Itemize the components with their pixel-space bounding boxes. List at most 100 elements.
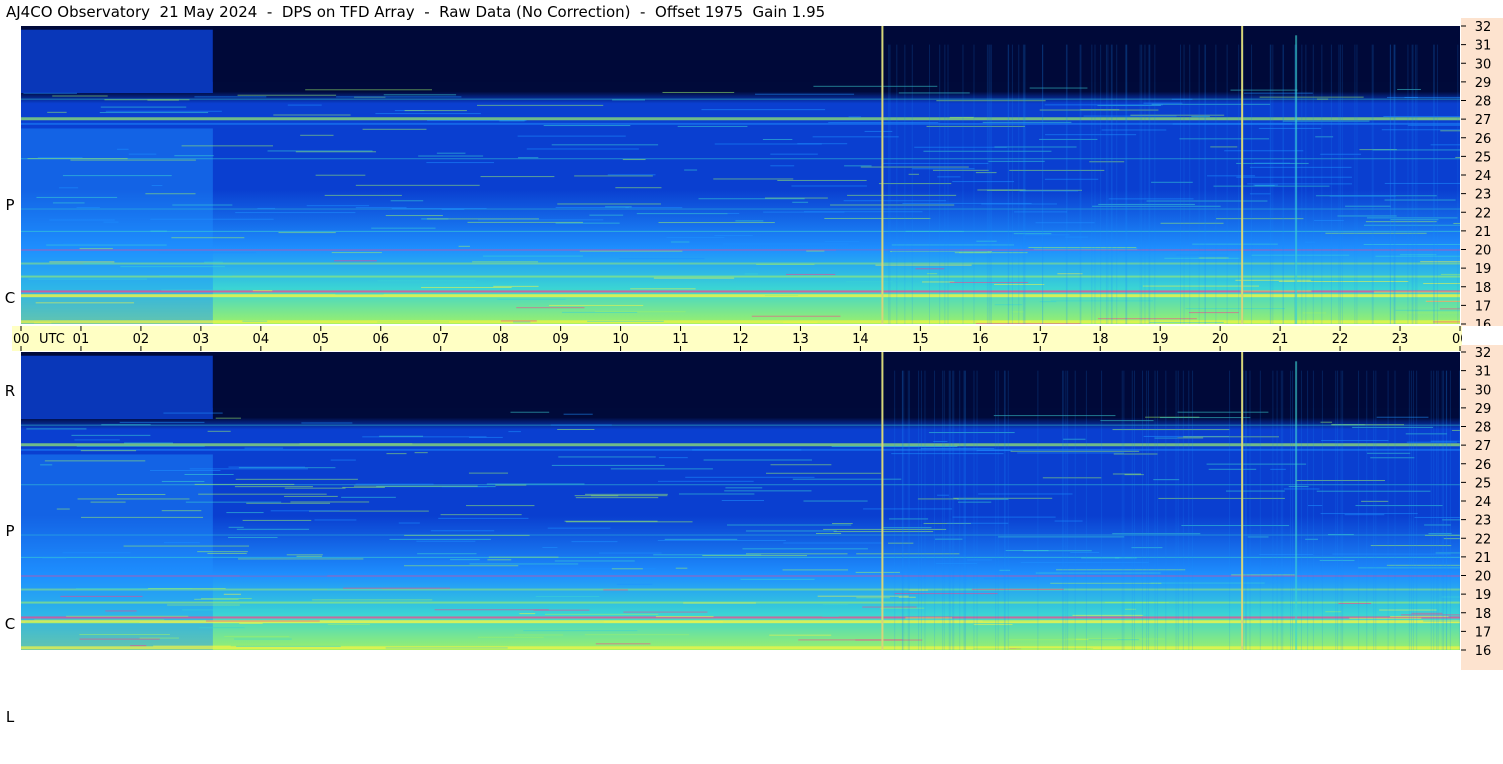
spectrogram-streak bbox=[1391, 219, 1439, 220]
spectrogram-streak bbox=[1423, 621, 1460, 622]
spectrogram-streak bbox=[77, 446, 205, 447]
time-tick-label: 06 bbox=[372, 332, 389, 347]
spectrogram-streak bbox=[1337, 215, 1396, 216]
spectrogram-streak bbox=[803, 501, 867, 502]
spectrogram-streak bbox=[1146, 201, 1267, 202]
spectrogram-streak bbox=[1440, 308, 1460, 309]
spectrogram-streak bbox=[46, 245, 167, 246]
spectrogram-streak bbox=[1224, 150, 1303, 151]
spectrogram-streak bbox=[239, 623, 262, 624]
spectrogram-streak bbox=[1377, 417, 1429, 418]
spectrogram-streak bbox=[1014, 211, 1067, 212]
freq-tick-label: 21 bbox=[1475, 551, 1492, 566]
freq-tick-label: 31 bbox=[1475, 39, 1492, 54]
spectrogram-streak bbox=[654, 278, 734, 279]
spectrogram-streak bbox=[1098, 318, 1197, 319]
spectrogram-streak bbox=[519, 613, 535, 614]
spectrogram-streak bbox=[1423, 283, 1460, 284]
spectrogram-streak bbox=[103, 222, 118, 223]
spectrogram-striation bbox=[1192, 371, 1193, 650]
spectrogram-streak bbox=[150, 219, 273, 220]
spectrogram-striation bbox=[1356, 45, 1357, 324]
spectrogram-streak bbox=[976, 241, 996, 242]
spectrogram-streak bbox=[288, 105, 322, 106]
spectrogram-streak bbox=[487, 559, 511, 560]
spectrogram-striation bbox=[1205, 45, 1206, 324]
spectrogram-streak bbox=[91, 502, 126, 503]
spectrogram-streak bbox=[49, 219, 115, 220]
spectrogram-streak bbox=[1250, 193, 1271, 194]
spectrogram-streak bbox=[384, 94, 456, 95]
spectrogram-streak bbox=[150, 470, 220, 471]
spectrogram-striation bbox=[1407, 45, 1408, 324]
spectrogram-streak bbox=[950, 117, 974, 118]
spectrogram-streak bbox=[1209, 469, 1257, 470]
spectrogram-streak bbox=[552, 144, 658, 145]
spectrogram-striation bbox=[1260, 371, 1261, 650]
spectrogram-streak bbox=[190, 468, 308, 469]
spectrogram-streak bbox=[60, 596, 142, 597]
spectrogram-streak bbox=[1254, 185, 1278, 186]
spectrogram-streak bbox=[483, 256, 583, 257]
spectrogram-streak bbox=[656, 616, 714, 617]
spectrogram-striation bbox=[1322, 371, 1323, 650]
spectrogram-streak bbox=[375, 113, 481, 114]
spectrogram-striation bbox=[1122, 371, 1123, 650]
spectrogram-streak bbox=[1125, 620, 1254, 621]
spectrogram-streak bbox=[70, 160, 195, 161]
spectrogram-striation bbox=[1176, 371, 1177, 650]
spectrogram-streak bbox=[63, 552, 131, 553]
spectrogram-streak bbox=[846, 281, 893, 282]
spectrogram-striation bbox=[1094, 45, 1095, 324]
spectrogram-striation bbox=[894, 371, 895, 650]
spectrogram-striation bbox=[1412, 45, 1413, 324]
spectrogram-streak bbox=[555, 560, 635, 561]
spectrogram-band bbox=[21, 616, 1460, 618]
spectrogram-streak bbox=[199, 627, 244, 628]
spectrogram-streak bbox=[63, 175, 172, 176]
spectrogram-striation bbox=[1272, 371, 1273, 650]
spectrogram-striation bbox=[1305, 45, 1306, 324]
spectrogram-streak bbox=[305, 89, 432, 90]
spectrogram-streak bbox=[216, 418, 241, 419]
spectrogram-striation bbox=[1012, 45, 1013, 324]
spectrogram-streak bbox=[197, 551, 248, 552]
spectrogram-striation bbox=[1227, 45, 1228, 324]
spectrogram-streak bbox=[36, 197, 117, 198]
spectrogram-streak bbox=[861, 167, 969, 168]
spectrogram-streak bbox=[630, 288, 695, 289]
time-tick-label: 04 bbox=[253, 332, 270, 347]
spectrogram-streak bbox=[204, 262, 223, 263]
spectrogram-streak bbox=[184, 474, 233, 475]
spectrogram-streak bbox=[271, 510, 340, 511]
spectrogram-streak bbox=[105, 610, 136, 611]
spectrogram-streak bbox=[527, 148, 639, 149]
spectrogram-streak bbox=[182, 609, 284, 610]
spectrogram-streak bbox=[763, 212, 844, 213]
spectrogram-streak bbox=[253, 290, 273, 291]
spectrogram-streak bbox=[26, 428, 86, 429]
freq-axis-lcp-canvas: 3231302928272625242322212019181716 bbox=[1461, 345, 1503, 670]
spectrogram-striation bbox=[1067, 371, 1068, 650]
spectrogram-streak bbox=[617, 584, 652, 585]
freq-tick-label: 31 bbox=[1475, 365, 1492, 380]
spectrogram-streak bbox=[53, 202, 85, 203]
spectrogram-striation bbox=[1066, 45, 1067, 324]
spectrogram-streak bbox=[415, 452, 428, 453]
spectrogram-streak bbox=[77, 207, 100, 208]
spectrogram-streak bbox=[974, 624, 1013, 625]
time-tick-label: 18 bbox=[1092, 332, 1109, 347]
time-tick-label: 12 bbox=[732, 332, 749, 347]
spectrogram-streak bbox=[325, 195, 402, 196]
spectrogram-streak bbox=[238, 95, 337, 96]
spectrogram-striation bbox=[1354, 45, 1355, 324]
spectrogram-streak bbox=[929, 432, 1015, 433]
spectrogram-streak bbox=[377, 280, 475, 281]
spectrogram-streak bbox=[399, 523, 420, 524]
freq-tick-label: 20 bbox=[1475, 244, 1492, 259]
spectrogram-streak bbox=[1453, 223, 1460, 224]
spectrogram-striation bbox=[896, 45, 897, 324]
spectrogram-streak bbox=[899, 597, 916, 598]
spectrogram-striation bbox=[1018, 45, 1019, 324]
freq-tick-label: 16 bbox=[1475, 318, 1492, 326]
